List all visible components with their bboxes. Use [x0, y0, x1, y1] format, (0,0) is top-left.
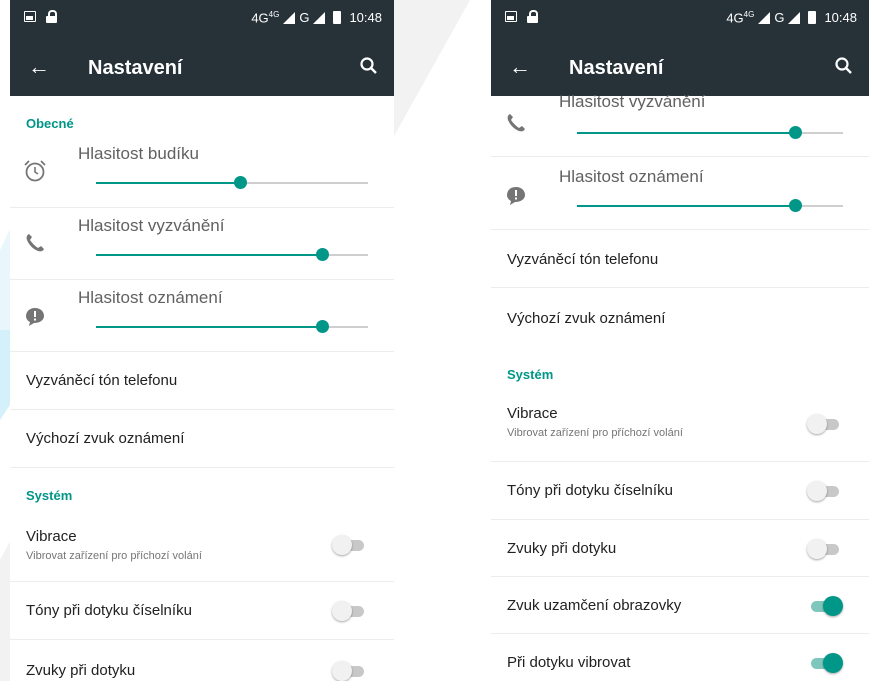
slider-label: Hlasitost oznámení: [559, 167, 704, 186]
slider-fill: [577, 205, 796, 207]
slider-ring-volume[interactable]: Hlasitost vyzvánění: [10, 208, 394, 280]
dialpad-tones-switch[interactable]: [332, 600, 368, 622]
touch-sounds-label: Zvuky při dotyku: [507, 540, 617, 557]
slider-thumb[interactable]: [315, 248, 329, 261]
notification-bubble-icon: [507, 187, 525, 205]
screen-lock-sound-item[interactable]: Zvuk uzamčení obrazovky: [491, 577, 869, 634]
vibrate-label: Vibrace: [26, 528, 77, 545]
touch-sounds-switch[interactable]: [807, 538, 843, 560]
slider-fill: [96, 326, 322, 328]
vibrate-on-touch-label: Při dotyku vibrovat: [507, 654, 631, 671]
network-type: 4G4G: [726, 10, 755, 26]
default-notification-sound-item[interactable]: Výchozí zvuk oznámení: [10, 410, 394, 468]
arrow-left-icon[interactable]: ←: [28, 54, 50, 80]
arrow-left-icon[interactable]: ←: [509, 54, 531, 80]
right-phone-screen: 4G4G G 10:48 ← Nastavení Hlasitost vyzvá…: [491, 0, 869, 681]
vibrate-summary: Vibrovat zařízení pro příchozí volání: [507, 427, 683, 439]
search-icon[interactable]: [833, 55, 855, 77]
battery-icon: [808, 11, 817, 25]
clock: 10:48: [824, 10, 857, 26]
lock-icon: [527, 10, 538, 23]
network-type-2: G: [774, 10, 785, 26]
slider-label: Hlasitost budíku: [78, 144, 199, 163]
vibrate-switch[interactable]: [332, 534, 368, 556]
signal-icon-2: [313, 11, 326, 24]
vibrate-item[interactable]: Vibrace Vibrovat zařízení pro příchozí v…: [491, 391, 869, 462]
status-bar: 4G4G G 10:48: [10, 0, 394, 40]
vibrate-item[interactable]: Vibrace Vibrovat zařízení pro příchozí v…: [10, 510, 394, 582]
dialpad-tones-item[interactable]: Tóny při dotyku číselníku: [491, 462, 869, 520]
slider-label: Hlasitost vyzvánění: [559, 92, 706, 111]
slider-track[interactable]: [96, 320, 368, 333]
clock: 10:48: [349, 10, 382, 26]
section-header-system: Systém: [26, 488, 73, 503]
default-notification-sound-label: Výchozí zvuk oznámení: [507, 310, 666, 327]
page-title: Nastavení: [569, 57, 664, 79]
slider-notification-volume[interactable]: Hlasitost oznámení: [10, 280, 394, 352]
ringtone-item[interactable]: Vyzváněcí tón telefonu: [491, 230, 869, 288]
dialpad-tones-switch[interactable]: [807, 480, 843, 502]
signal-icon: [283, 11, 296, 24]
toolbar: ← Nastavení: [10, 40, 394, 96]
vibrate-summary: Vibrovat zařízení pro příchozí volání: [26, 550, 202, 562]
slider-fill: [577, 132, 796, 134]
touch-sounds-switch[interactable]: [332, 660, 368, 681]
vibrate-switch[interactable]: [807, 413, 843, 435]
slider-thumb[interactable]: [789, 199, 803, 212]
slider-label: Hlasitost vyzvánění: [78, 216, 225, 235]
vibrate-on-touch-switch[interactable]: [807, 652, 843, 674]
slider-thumb[interactable]: [789, 126, 803, 139]
slider-fill: [96, 254, 322, 256]
slider-track[interactable]: [96, 176, 368, 189]
slider-thumb[interactable]: [234, 176, 248, 189]
lock-icon: [46, 10, 57, 23]
battery-icon: [333, 11, 342, 25]
slider-thumb[interactable]: [315, 320, 329, 333]
section-header-system: Systém: [507, 367, 554, 382]
ringtone-label: Vyzváněcí tón telefonu: [507, 251, 659, 268]
ringtone-item[interactable]: Vyzváněcí tón telefonu: [10, 352, 394, 410]
vibrate-on-touch-item[interactable]: Při dotyku vibrovat: [491, 634, 869, 681]
vibrate-label: Vibrace: [507, 405, 558, 422]
search-icon[interactable]: [358, 55, 380, 77]
image-notification-icon: [505, 11, 517, 22]
signal-icon: [758, 11, 771, 24]
slider-fill: [96, 182, 241, 184]
signal-icon-2: [788, 11, 801, 24]
slider-alarm-volume[interactable]: Hlasitost budíku: [10, 136, 394, 208]
slider-notification-volume[interactable]: Hlasitost oznámení: [491, 157, 869, 230]
slider-track[interactable]: [577, 126, 843, 139]
default-notification-sound-label: Výchozí zvuk oznámení: [26, 430, 185, 447]
screen-lock-sound-label: Zvuk uzamčení obrazovky: [507, 597, 682, 614]
dialpad-tones-label: Tóny při dotyku číselníku: [26, 602, 192, 619]
touch-sounds-item[interactable]: Zvuky při dotyku: [491, 520, 869, 577]
alarm-clock-icon: [24, 160, 46, 182]
left-phone-screen: 4G4G G 10:48 ← Nastavení Obecné Hlasitos…: [10, 0, 394, 681]
touch-sounds-item[interactable]: Zvuky při dotyku: [10, 640, 394, 681]
touch-sounds-label: Zvuky při dotyku: [26, 662, 136, 679]
slider-track[interactable]: [96, 248, 368, 261]
default-notification-sound-item[interactable]: Výchozí zvuk oznámení: [491, 288, 869, 346]
status-bar: 4G4G G 10:48: [491, 0, 869, 40]
page-title: Nastavení: [88, 57, 183, 79]
dialpad-tones-item[interactable]: Tóny při dotyku číselníku: [10, 582, 394, 640]
network-type-2: G: [299, 10, 310, 26]
section-header-general: Obecné: [26, 116, 74, 131]
notification-bubble-icon: [26, 308, 44, 326]
ringtone-label: Vyzváněcí tón telefonu: [26, 372, 178, 389]
network-type: 4G4G: [251, 10, 280, 26]
slider-label: Hlasitost oznámení: [78, 288, 223, 307]
screen-lock-sound-switch[interactable]: [807, 595, 843, 617]
slider-ring-volume[interactable]: Hlasitost vyzvánění: [491, 84, 869, 157]
dialpad-tones-label: Tóny při dotyku číselníku: [507, 482, 673, 499]
image-notification-icon: [24, 11, 36, 22]
phone-icon: [26, 234, 44, 252]
slider-track[interactable]: [577, 199, 843, 212]
phone-icon: [507, 114, 525, 132]
